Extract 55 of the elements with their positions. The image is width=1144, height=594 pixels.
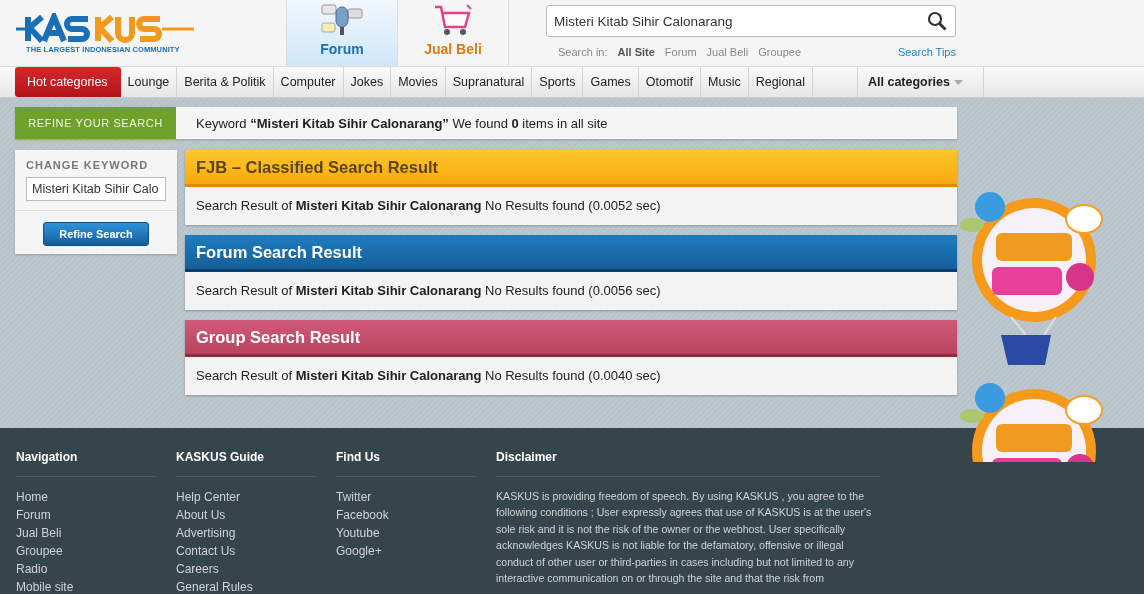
footer-link[interactable]: Help Center bbox=[176, 488, 316, 506]
footer-link[interactable]: Contact Us bbox=[176, 542, 316, 560]
category-link[interactable]: Lounge bbox=[120, 67, 178, 97]
result-text: Search Result of Misteri Kitab Sihir Calonarang No Results found (0.0052 sec) bbox=[195, 197, 662, 215]
cart-icon bbox=[433, 3, 473, 37]
footer-link[interactable]: Home bbox=[16, 488, 156, 506]
category-link[interactable]: Computer bbox=[273, 67, 344, 97]
search-scope-label: Search in: bbox=[558, 46, 608, 58]
footer-link[interactable]: General Rules bbox=[176, 578, 316, 594]
refine-label: REFINE YOUR SEARCH bbox=[15, 107, 176, 139]
category-link[interactable]: Movies bbox=[391, 67, 446, 97]
footer-link[interactable]: Groupee bbox=[16, 542, 156, 560]
search-icon[interactable] bbox=[927, 11, 947, 31]
footer-link[interactable]: Youtube bbox=[336, 524, 476, 542]
footer-link[interactable]: Facebook bbox=[336, 506, 476, 524]
footer-link[interactable]: Forum bbox=[16, 506, 156, 524]
search-field[interactable]: Misteri Kitab Sihir Calonarang bbox=[546, 5, 956, 37]
keyword-field[interactable]: Misteri Kitab Sihir Calo bbox=[26, 177, 166, 201]
footer-link[interactable]: Radio bbox=[16, 560, 156, 578]
category-link[interactable]: Jokes bbox=[343, 67, 392, 97]
footer-heading: Find Us bbox=[336, 450, 476, 477]
result-text: Search Result of Misteri Kitab Sihir Calonarang No Results found (0.0040 sec) bbox=[195, 367, 662, 385]
category-link[interactable]: Hot categories bbox=[15, 67, 121, 97]
category-link[interactable]: All categories bbox=[857, 67, 984, 97]
category-link[interactable]: Sports bbox=[532, 67, 584, 97]
category-link[interactable]: Games bbox=[583, 67, 639, 97]
footer-link[interactable]: About Us bbox=[176, 506, 316, 524]
result-title: Group Search Result bbox=[185, 320, 957, 357]
category-link[interactable]: Otomotif bbox=[638, 67, 701, 97]
result-title: Forum Search Result bbox=[185, 235, 957, 272]
category-link[interactable]: Music bbox=[701, 67, 749, 97]
kaskus-logo[interactable] bbox=[16, 12, 196, 45]
footer-link[interactable]: Mobile site bbox=[16, 578, 156, 594]
category-link[interactable]: Regional bbox=[748, 67, 813, 97]
caret-icon bbox=[954, 79, 963, 85]
section-tab[interactable]: Forum bbox=[287, 0, 398, 66]
footer-heading: Navigation bbox=[16, 450, 156, 477]
microphone-chat-icon bbox=[320, 3, 364, 37]
footer-link[interactable]: Careers bbox=[176, 560, 316, 578]
footer-link[interactable]: Twitter bbox=[336, 488, 476, 506]
category-link[interactable]: Supranatural bbox=[445, 67, 533, 97]
disclaimer-text: KASKUS is providing freedom of speech. By using KASKUS , you agree to the following conditions ; User expressly agrees that use of KASKUS is at the user's sole risk and it is not the risk of the owner or the webhost. User specifically acknowledges KASKUS is not liable for the defamatory, offensive or illegal conduct of other user or third-parties in cases including but not limited to any interactive communication on or through the site and that the risk from bbox=[496, 489, 873, 587]
footer-heading: KASKUS Guide bbox=[176, 450, 316, 477]
keyword-heading: CHANGE KEYWORD bbox=[26, 159, 150, 171]
footer-link[interactable]: Advertising bbox=[176, 524, 316, 542]
search-summary: Keyword “Misteri Kitab Sihir Calonarang” We found 0 items in all site bbox=[196, 115, 608, 131]
result-title: FJB – Classified Search Result bbox=[185, 150, 957, 187]
refine-search-button[interactable]: Refine Search bbox=[43, 222, 149, 246]
search-scope[interactable]: All Site bbox=[617, 46, 655, 58]
search-tips-link[interactable]: Search Tips bbox=[897, 46, 956, 58]
footer-heading: Disclaimer bbox=[496, 450, 880, 477]
footer-link[interactable]: Jual Beli bbox=[16, 524, 156, 542]
category-link[interactable]: Berita & Politik bbox=[177, 67, 274, 97]
footer-link[interactable]: Google+ bbox=[336, 542, 476, 560]
result-text: Search Result of Misteri Kitab Sihir Calonarang No Results found (0.0056 sec) bbox=[195, 282, 662, 300]
